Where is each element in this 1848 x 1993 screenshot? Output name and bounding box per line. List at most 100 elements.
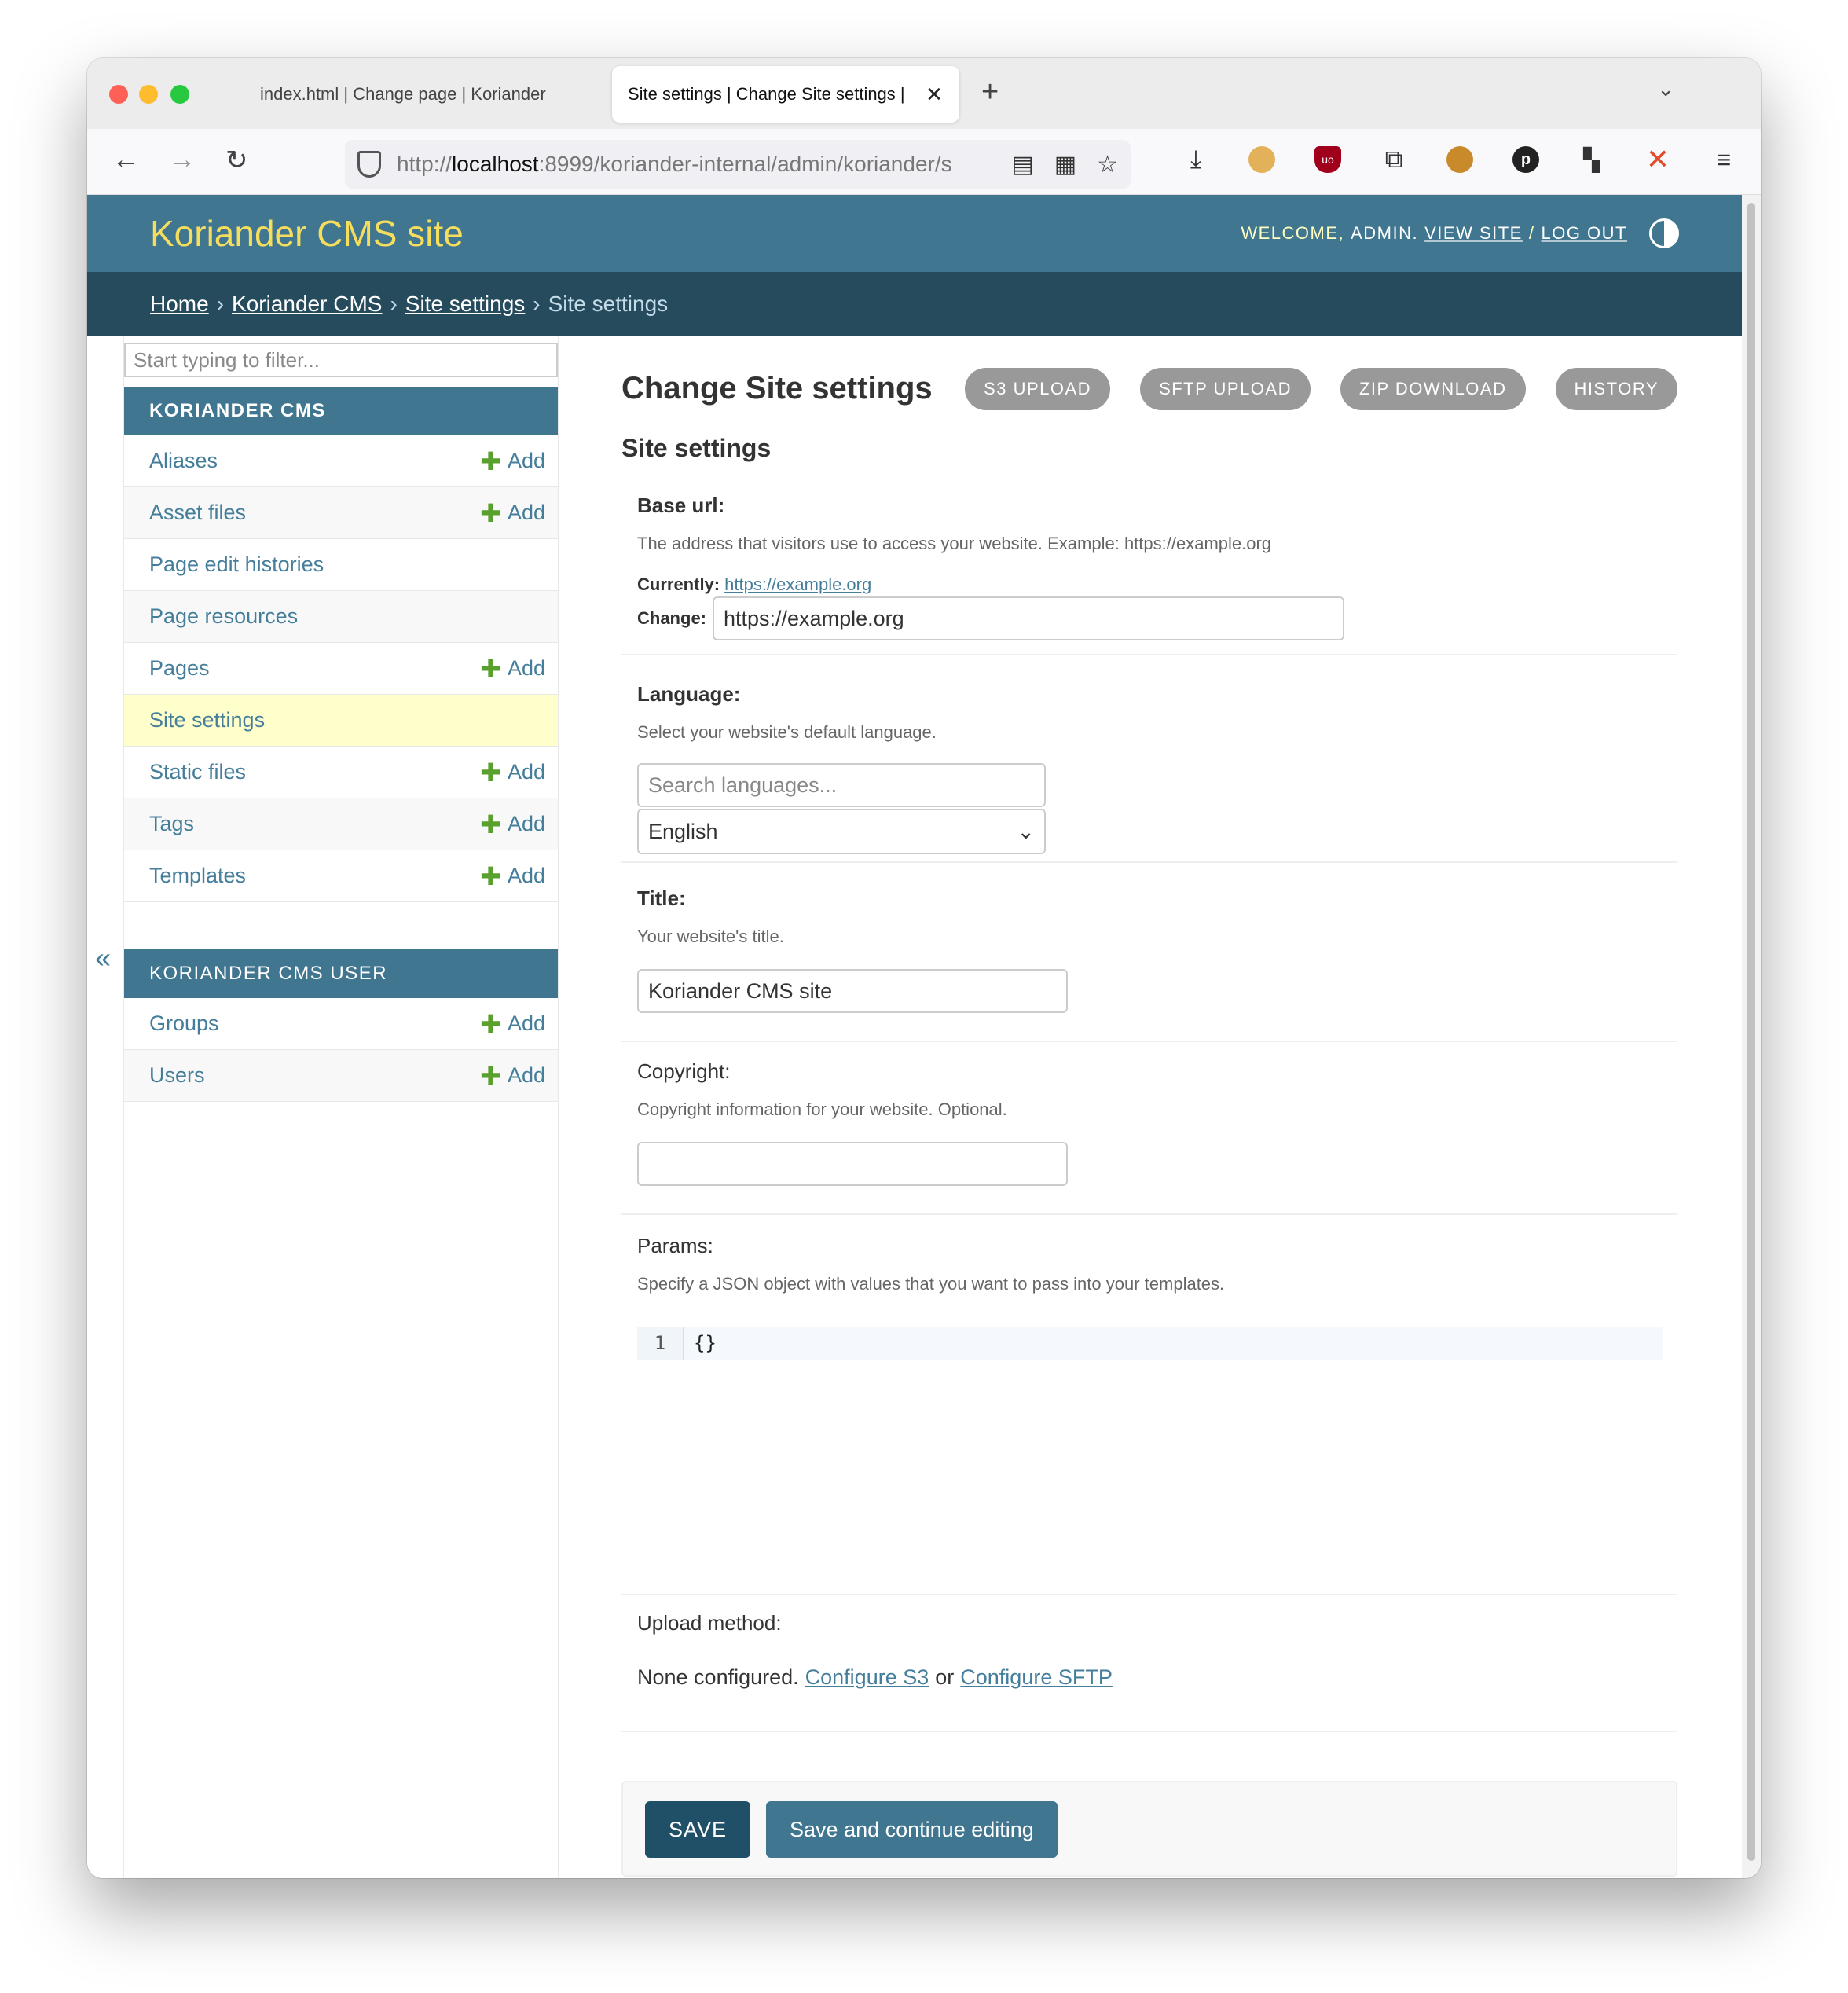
close-window-button[interactable] (109, 85, 128, 104)
s3-upload-button[interactable]: S3 UPLOAD (965, 368, 1111, 410)
copyright-label: Copyright: (637, 1059, 731, 1083)
module-caption[interactable]: KORIANDER CMS USER (124, 949, 558, 998)
username: ADMIN. (1351, 223, 1419, 243)
save-button[interactable]: SAVE (645, 1801, 751, 1858)
hamburger-menu-icon[interactable]: ≡ (1710, 145, 1737, 174)
breadcrumb-model[interactable]: Site settings (405, 292, 526, 317)
module-caption[interactable]: KORIANDER CMS (124, 387, 558, 435)
code-line[interactable]: {} (684, 1327, 1663, 1360)
sidebar-item-label[interactable]: Page resources (149, 604, 545, 629)
sidebar-item-templates[interactable]: Templates ✚ Add (124, 850, 558, 902)
grid-extension-icon[interactable]: ▚ (1578, 146, 1605, 173)
p-extension-icon[interactable]: p (1512, 146, 1539, 173)
language-search-input[interactable]: Search languages... (637, 763, 1046, 807)
sidebar-item-label[interactable]: Groups (149, 1011, 480, 1036)
sidebar-collapse-icon[interactable]: « (95, 941, 111, 974)
current-base-url-link[interactable]: https://example.org (724, 574, 871, 595)
log-out-link[interactable]: LOG OUT (1541, 223, 1627, 244)
save-and-continue-button[interactable]: Save and continue editing (766, 1801, 1058, 1858)
module-koriander-cms-user: KORIANDER CMS USER Groups ✚ Add Users ✚ Ad… (124, 949, 558, 1102)
address-bar[interactable]: http://localhost:8999/koriander-internal… (345, 140, 1131, 189)
tab-title: Site settings | Change Site settings | (628, 84, 905, 104)
sidebar-item-users[interactable]: Users ✚ Add (124, 1050, 558, 1102)
plus-icon: ✚ (480, 758, 501, 787)
fieldset-title: Site settings (622, 434, 772, 462)
language-select[interactable]: English ⌄ (637, 809, 1046, 854)
tab-site-settings[interactable]: Site settings | Change Site settings | ✕ (612, 66, 959, 123)
add-button[interactable]: ✚ Add (480, 654, 545, 684)
close-tab-icon[interactable]: ✕ (925, 83, 944, 107)
new-tab-button[interactable]: + (981, 75, 999, 109)
tab-title: index.html | Change page | Koriander (260, 84, 546, 104)
reload-icon[interactable]: ↻ (226, 145, 248, 176)
configure-sftp-link[interactable]: Configure SFTP (960, 1665, 1113, 1690)
sidebar-item-pages[interactable]: Pages ✚ Add (124, 643, 558, 695)
add-button[interactable]: ✚ Add (480, 498, 545, 528)
sidebar-item-label[interactable]: Static files (149, 760, 480, 784)
sidebar-item-static-files[interactable]: Static files ✚ Add (124, 747, 558, 798)
params-code-editor[interactable]: 1 {} (637, 1327, 1663, 1360)
maximize-window-button[interactable] (170, 85, 189, 104)
sidebar-item-label[interactable]: Users (149, 1063, 480, 1088)
forward-icon[interactable]: → (169, 145, 196, 175)
view-site-link[interactable]: VIEW SITE (1424, 223, 1523, 244)
sidebar-item-asset-files[interactable]: Asset files ✚ Add (124, 487, 558, 539)
download-icon[interactable]: ⤓ (1182, 145, 1209, 173)
copyright-help: Copyright information for your website. … (637, 1099, 1007, 1119)
breadcrumb-app[interactable]: Koriander CMS (232, 292, 382, 317)
title-input[interactable]: Koriander CMS site (637, 969, 1068, 1013)
history-button[interactable]: HISTORY (1555, 368, 1678, 410)
zip-download-button[interactable]: ZIP DOWNLOAD (1340, 368, 1526, 410)
x-extension-icon[interactable]: ✕ (1644, 143, 1671, 175)
base-url-input[interactable]: https://example.org (713, 596, 1344, 640)
copyright-input[interactable] (637, 1142, 1068, 1186)
sidebar-item-label[interactable]: Pages (149, 656, 480, 681)
base-url-help: The address that visitors use to access … (637, 534, 1272, 553)
scrollbar-thumb[interactable] (1747, 203, 1755, 1861)
configure-s3-link[interactable]: Configure S3 (805, 1665, 930, 1690)
add-button[interactable]: ✚ Add (480, 1061, 545, 1091)
add-button[interactable]: ✚ Add (480, 861, 545, 891)
sidebar-item-tags[interactable]: Tags ✚ Add (124, 798, 558, 850)
line-number: 1 (637, 1327, 684, 1360)
breadcrumb-home[interactable]: Home (150, 292, 209, 317)
breadcrumb-current: Site settings (548, 292, 669, 316)
sidebar-item-label[interactable]: Tags (149, 812, 480, 836)
add-button[interactable]: ✚ Add (480, 1009, 545, 1039)
params-label: Params: (637, 1234, 713, 1257)
sftp-upload-button[interactable]: SFTP UPLOAD (1140, 368, 1311, 410)
extensions-puzzle-icon[interactable]: ⧉ (1380, 145, 1407, 173)
site-title[interactable]: Koriander CMS site (150, 212, 464, 255)
shield-icon[interactable] (358, 151, 381, 178)
sidebar-item-label[interactable]: Page edit histories (149, 552, 545, 577)
bookmark-star-icon[interactable]: ☆ (1097, 151, 1118, 178)
sidebar-item-site-settings[interactable]: Site settings (124, 695, 558, 747)
sidebar-item-page-edit-histories[interactable]: Page edit histories (124, 539, 558, 591)
back-icon[interactable]: ← (112, 145, 139, 175)
cookie-extension-icon[interactable] (1248, 146, 1275, 173)
reader-view-icon[interactable]: ▤ (1011, 151, 1033, 178)
sidebar-item-label[interactable]: Site settings (149, 708, 545, 732)
object-tools: S3 UPLOAD SFTP UPLOAD ZIP DOWNLOAD HISTO… (965, 368, 1678, 410)
page-scrollbar[interactable] (1742, 195, 1761, 1878)
sidebar-item-groups[interactable]: Groups ✚ Add (124, 998, 558, 1050)
add-button[interactable]: ✚ Add (480, 446, 545, 476)
sidebar-item-label[interactable]: Asset files (149, 501, 480, 525)
sidebar-item-aliases[interactable]: Aliases ✚ Add (124, 435, 558, 487)
sidebar-item-page-resources[interactable]: Page resources (124, 591, 558, 643)
greasemonkey-extension-icon[interactable] (1446, 146, 1473, 173)
qr-code-icon[interactable]: ▦ (1054, 151, 1076, 178)
sidebar-filter-input[interactable]: Start typing to filter... (124, 343, 558, 377)
tab-list-chevron-icon[interactable]: ⌄ (1657, 77, 1674, 101)
browser-toolbar: ← → ↻ http://localhost:8999/koriander-in… (87, 129, 1761, 195)
ublock-extension-icon[interactable]: uo (1314, 146, 1341, 173)
sidebar-item-label[interactable]: Templates (149, 864, 480, 888)
add-button[interactable]: ✚ Add (480, 809, 545, 839)
add-button[interactable]: ✚ Add (480, 758, 545, 787)
title-row: Title: Your website's title. Koriander C… (622, 886, 1678, 1042)
url-text[interactable]: http://localhost:8999/koriander-internal… (397, 152, 996, 177)
sidebar-item-label[interactable]: Aliases (149, 449, 480, 473)
minimize-window-button[interactable] (139, 85, 158, 104)
title-label: Title: (637, 886, 686, 910)
theme-toggle-icon[interactable] (1649, 218, 1679, 248)
